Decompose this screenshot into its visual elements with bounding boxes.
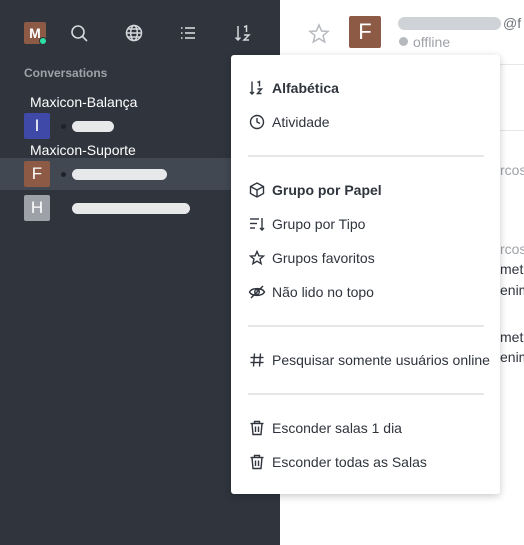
cube-icon [248, 181, 266, 199]
menu-item-label: Atividade [272, 114, 330, 130]
menu-item-label: Não lido no topo [272, 284, 374, 300]
message-divider [500, 130, 524, 131]
room-header-avatar[interactable]: F [349, 16, 381, 48]
favorite-star-icon[interactable] [307, 22, 331, 46]
redacted-room-name [72, 169, 167, 180]
menu-item-label: Grupo por Tipo [272, 216, 366, 232]
menu-item-group-by-type[interactable]: Grupo por Tipo [248, 213, 493, 235]
group-title-balanca: Maxicon-Balança [30, 94, 138, 110]
offline-status-dot [399, 37, 408, 46]
search-icon[interactable] [68, 22, 90, 44]
menu-item-favorite-groups[interactable]: Grupos favoritos [248, 247, 493, 269]
list-icon[interactable] [177, 22, 199, 44]
clock-icon [248, 113, 266, 131]
menu-item-unread-on-top[interactable]: Não lido no topo [248, 281, 493, 303]
room-status-dot [61, 172, 66, 177]
menu-item-label: Esconder salas 1 dia [272, 420, 402, 436]
conversations-label: Conversations [24, 66, 108, 80]
trash-icon [248, 419, 266, 437]
eye-off-icon [248, 283, 266, 301]
menu-item-label: Alfabética [272, 80, 339, 96]
menu-divider [248, 393, 484, 395]
menu-item-hide-rooms-1-day[interactable]: Esconder salas 1 dia [248, 417, 493, 439]
menu-divider [248, 155, 484, 157]
hashtag-icon [248, 351, 266, 369]
menu-item-hide-all-rooms[interactable]: Esconder todas as Salas [248, 451, 493, 473]
message-fragment: met, [500, 261, 524, 277]
sort-icon[interactable] [232, 22, 254, 44]
menu-item-label: Esconder todas as Salas [272, 454, 427, 470]
trash-icon [248, 453, 266, 471]
sort-alpha-icon [248, 79, 266, 97]
redacted-room-name [72, 203, 190, 214]
sort-lines-icon [248, 215, 266, 233]
online-status-indicator [39, 37, 47, 45]
group-title-suporte: Maxicon-Suporte [30, 142, 136, 158]
menu-item-label: Pesquisar somente usuários online [272, 352, 490, 368]
message-fragment: rcos. [500, 162, 524, 178]
globe-icon[interactable] [123, 22, 145, 44]
menu-item-alphabetical[interactable]: Alfabética [248, 77, 493, 99]
message-fragment: met, [500, 329, 524, 345]
message-fragment: enim [500, 349, 524, 365]
menu-item-label: Grupo por Papel [272, 182, 382, 198]
sort-options-menu: Alfabética Atividade Grupo por Papel Gru… [231, 55, 500, 494]
menu-item-activity[interactable]: Atividade [248, 111, 493, 133]
redacted-room-name [72, 121, 114, 132]
menu-item-search-online-only[interactable]: Pesquisar somente usuários online [248, 349, 493, 371]
message-fragment: rcos. [500, 241, 524, 257]
menu-item-label: Grupos favoritos [272, 250, 375, 266]
message-fragment: enim [500, 282, 524, 298]
room-avatar: H [24, 195, 50, 221]
room-avatar: F [24, 161, 50, 187]
header-username-prefix: @f [503, 15, 522, 31]
header-status: offline [413, 34, 451, 50]
redacted-username [398, 17, 501, 30]
menu-item-group-by-role[interactable]: Grupo por Papel [248, 179, 493, 201]
room-status-dot [61, 124, 66, 129]
menu-divider [248, 325, 484, 327]
star-icon [248, 249, 266, 267]
room-avatar: I [24, 113, 50, 139]
